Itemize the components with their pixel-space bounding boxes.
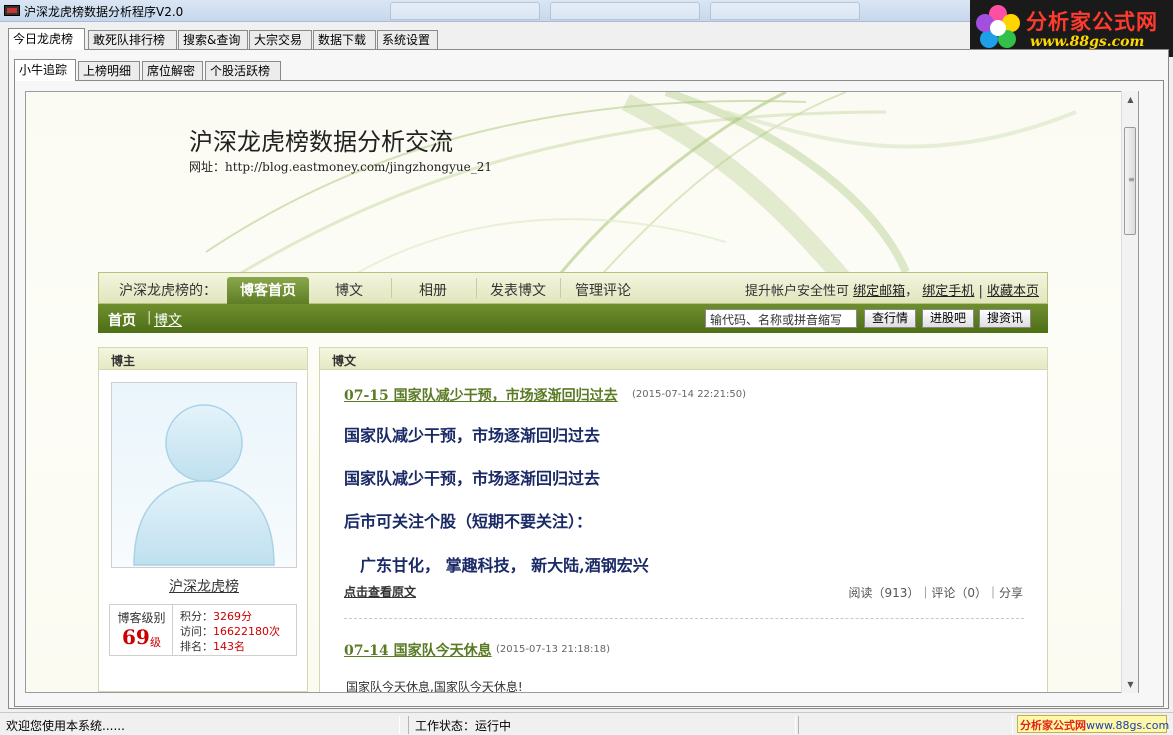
stat-visits: 访问：16622180次 <box>180 623 280 639</box>
nav-blog-home[interactable]: 博客首页 <box>227 277 309 306</box>
breadcrumb-separator: | <box>147 310 152 325</box>
tab-bull-tracking[interactable]: 小牛追踪 <box>14 59 76 81</box>
nav-write-post[interactable]: 发表博文 <box>490 280 546 300</box>
scroll-down-arrow-icon[interactable]: ▼ <box>1122 676 1139 693</box>
bind-email-link[interactable]: 绑定邮箱 <box>853 284 905 299</box>
background-tab <box>550 2 700 20</box>
stock-forum-button[interactable]: 进股吧 <box>922 309 974 328</box>
vertical-scrollbar[interactable]: ▲ ≡ ▼ <box>1121 91 1138 693</box>
blog-level-label: 博客级别 <box>117 611 166 625</box>
post-divider <box>344 618 1024 619</box>
blog-level-value: 69 <box>122 625 150 649</box>
status-work-state: 工作状态：运行中 <box>408 716 796 734</box>
nav-posts[interactable]: 博文 <box>335 280 363 300</box>
stat-label: 访问： <box>180 625 213 638</box>
scroll-up-arrow-icon[interactable]: ▲ <box>1122 91 1139 108</box>
breadcrumb-posts[interactable]: 博文 <box>154 310 182 330</box>
avatar[interactable] <box>111 382 297 568</box>
stat-rank: 排名：143名 <box>180 638 245 654</box>
scroll-thumb[interactable]: ≡ <box>1124 127 1136 235</box>
background-tab <box>710 2 860 20</box>
nav-divider <box>476 278 477 298</box>
blog-sub-nav: 首页 | 博文 输代码、名称或拼音缩写 查行情 进股吧 搜资讯 <box>98 304 1048 333</box>
blog-url[interactable]: 网址：http://blog.eastmoney.com/jingzhongyu… <box>189 158 492 175</box>
posts-panel-header: 博文 <box>320 348 1047 370</box>
read-full-post-link[interactable]: 点击查看原文 <box>344 583 416 600</box>
status-logo-name: 分析家公式网 <box>1020 719 1086 732</box>
posts-panel: 博文 07-15 国家队减少干预，市场逐渐回归过去 (2015-07-14 22… <box>319 347 1048 693</box>
embedded-browser: 沪深龙虎榜数据分析交流 网址：http://blog.eastmoney.com… <box>25 91 1139 693</box>
blog-level-box: 博客级别 69 级 <box>110 605 173 655</box>
nav-divider <box>560 278 561 298</box>
bookmark-page-link[interactable]: 收藏本页 <box>987 284 1039 299</box>
blogger-panel: 博主 沪深龙虎榜 博客级别 69 级 积分：3269分 访问：16622180次… <box>98 347 308 692</box>
nav-manage-comments[interactable]: 管理评论 <box>575 280 631 300</box>
tab-system-settings[interactable]: 系统设置 <box>377 30 438 49</box>
post-body-line: 广东甘化， 掌趣科技， 新大陆,酒钢宏兴 <box>360 556 649 575</box>
blogger-panel-header: 博主 <box>99 348 307 370</box>
tab-listing-details[interactable]: 上榜明细 <box>78 61 140 80</box>
news-search-button[interactable]: 搜资讯 <box>979 309 1031 328</box>
tab-block-trade[interactable]: 大宗交易 <box>249 30 312 49</box>
background-tab <box>390 2 540 20</box>
nav-owner-prefix: 沪深龙虎榜的： <box>119 283 217 299</box>
stat-points: 积分：3269分 <box>180 608 252 624</box>
tab-data-download[interactable]: 数据下载 <box>313 30 376 49</box>
status-welcome: 欢迎您使用本系统...... <box>0 716 400 734</box>
breadcrumb-home[interactable]: 首页 <box>108 310 136 330</box>
status-bar: 欢迎您使用本系统...... 工作状态：运行中 分析家公式网www.88gs.c… <box>0 712 1173 735</box>
bind-phone-link[interactable]: 绑定手机 <box>922 284 974 299</box>
post-body-line: 后市可关注个股（短期不要关注）： <box>344 512 593 531</box>
logo-url: www.88gs.com <box>1030 34 1145 50</box>
post-timestamp: (2015-07-14 22:21:50) <box>632 389 747 400</box>
stock-search-input[interactable]: 输代码、名称或拼音缩写 <box>705 309 857 328</box>
quote-button[interactable]: 查行情 <box>864 309 916 328</box>
post-body-line: 国家队减少干预，市场逐渐回归过去 <box>344 469 601 488</box>
post-title-link[interactable]: 07-14 国家队今天休息 <box>344 640 492 660</box>
window-title: 沪深龙虎榜数据分析程序V2.0 <box>24 5 184 19</box>
stat-value: 16622180次 <box>213 625 280 638</box>
stat-value: 143名 <box>213 640 245 653</box>
default-avatar-icon <box>133 404 275 566</box>
tab-seat-decode[interactable]: 席位解密 <box>142 61 203 80</box>
blog-title: 沪深龙虎榜数据分析交流 <box>189 128 453 156</box>
security-hint: 提升帐户安全性可 <box>744 284 849 299</box>
blog-level-unit: 级 <box>150 636 161 649</box>
link-separator: | <box>978 284 983 299</box>
blogger-stats: 博客级别 69 级 积分：3269分 访问：16622180次 排名：143名 <box>109 604 297 656</box>
link-separator: ， <box>905 284 919 299</box>
nav-album[interactable]: 相册 <box>419 280 447 300</box>
status-logo: 分析家公式网www.88gs.com <box>1017 715 1170 733</box>
stat-label: 排名： <box>180 640 213 653</box>
nav-divider <box>391 278 392 298</box>
blog-nav-bar: 沪深龙虎榜的： 博客首页 博文 相册 发表博文 管理评论 提升帐户安全性可 绑定… <box>98 272 1048 306</box>
status-logo-url: www.88gs.com <box>1086 719 1170 732</box>
tab-dare-squad-ranking[interactable]: 敢死队排行榜 <box>88 30 177 49</box>
app-icon <box>4 5 20 16</box>
scroll-grip-icon: ≡ <box>1128 175 1135 184</box>
background-browser-tabs <box>390 0 950 22</box>
logo-name: 分析家公式网 <box>1026 10 1158 34</box>
post-title-link[interactable]: 07-15 国家队减少干预，市场逐渐回归过去 <box>344 385 618 405</box>
tab-today-dragon-tiger[interactable]: 今日龙虎榜 <box>8 28 85 50</box>
status-empty-cell <box>798 716 1013 734</box>
flower-logo-icon <box>976 5 1020 48</box>
stat-label: 积分： <box>180 610 213 623</box>
tab-active-stocks[interactable]: 个股活跃榜 <box>205 61 281 80</box>
post-body-line: 国家队今天休息,国家队今天休息! <box>346 680 523 693</box>
post-stats[interactable]: 阅读（913）｜评论（0）｜分享 <box>848 584 1023 601</box>
blogger-name[interactable]: 沪深龙虎榜 <box>99 576 309 596</box>
account-security-links: 提升帐户安全性可 绑定邮箱， 绑定手机 | 收藏本页 <box>745 280 1039 299</box>
post-body-line: 国家队减少干预，市场逐渐回归过去 <box>344 426 601 445</box>
stat-value: 3269分 <box>213 610 252 623</box>
post-timestamp: (2015-07-13 21:18:18) <box>496 644 611 655</box>
tab-search-query[interactable]: 搜索&查询 <box>178 30 248 49</box>
